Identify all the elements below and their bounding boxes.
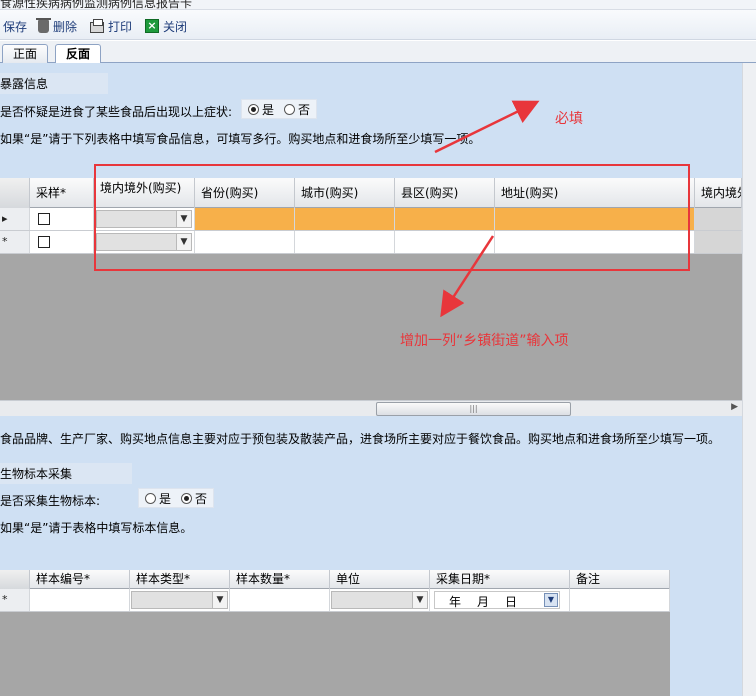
print-button[interactable]: 打印 (90, 18, 132, 34)
printer-icon (90, 18, 104, 33)
sample-qty-cell[interactable] (230, 589, 330, 611)
sample-id-cell[interactable] (30, 589, 130, 611)
domestic2-cell[interactable] (695, 208, 742, 230)
annotation-add-column: 增加一列“乡镇街道”输入项 (400, 333, 569, 349)
print-label: 打印 (108, 19, 133, 34)
table-row[interactable]: * ▼ ▼ 年 月 日 ▼ (0, 589, 670, 612)
radio-checked-icon (181, 492, 193, 504)
specimen-no-label: 否 (195, 491, 208, 506)
col-collect-date[interactable]: 采集日期* (430, 570, 570, 589)
save-label: 保存 (3, 19, 28, 34)
collect-date-picker[interactable]: 年 月 日 ▼ (434, 591, 560, 609)
sampling-checkbox[interactable] (38, 236, 50, 248)
specimen-grid: 样本编号* 样本类型* 样本数量* 单位 采集日期* 备注 * ▼ ▼ 年 月 (0, 570, 670, 696)
food-grid-hscrollbar[interactable]: ||| ▶ (0, 400, 742, 416)
chevron-down-icon: ▼ (412, 592, 427, 608)
exposure-yes-label: 是 (262, 102, 275, 117)
sampling-cell (30, 231, 94, 253)
save-button[interactable]: 保存 (3, 18, 27, 34)
col-sample-type[interactable]: 样本类型* (130, 570, 230, 589)
calendar-dropdown-icon[interactable]: ▼ (544, 593, 558, 607)
chevron-right-icon[interactable]: ▶ (731, 402, 738, 412)
annotation-highlight-box (94, 164, 690, 271)
radio-checked-icon (248, 103, 259, 115)
date-year: 年 (449, 595, 462, 609)
remarks-cell[interactable] (570, 589, 670, 611)
window-titlebar: 食源性疾病病例监测病例信息报告卡 (0, 0, 756, 10)
sample-type-cell: ▼ (130, 589, 230, 611)
exposure-radio-group: 是 否 (241, 99, 318, 119)
specimen-hint: 如果“是”请于表格中填写标本信息。 (0, 521, 193, 535)
row-header-corner (0, 570, 30, 589)
scrollbar-thumb[interactable]: ||| (376, 402, 571, 416)
tab-front[interactable]: 正面 (2, 44, 49, 63)
close-label: 关闭 (163, 19, 188, 34)
col-domestic-abroad-2[interactable]: 境内境外 (695, 178, 742, 208)
row-marker-cell: * (0, 231, 30, 253)
trash-icon (36, 17, 51, 33)
col-unit[interactable]: 单位 (330, 570, 430, 589)
specimen-grid-header: 样本编号* 样本类型* 样本数量* 单位 采集日期* 备注 (0, 570, 670, 589)
form-panel: 暴露信息 是否怀疑是进食了某些食品后出现以上症状: 是 否 如果“是”请于下列表… (0, 63, 742, 696)
chevron-down-icon: ▼ (212, 592, 227, 608)
exposure-no-label: 否 (298, 102, 311, 117)
tab-strip: 正面 反面 (0, 41, 756, 64)
specimen-no-radio[interactable]: 否 (181, 490, 207, 507)
date-month: 月 (477, 595, 490, 609)
delete-button[interactable]: 删除 (36, 17, 78, 34)
close-button[interactable]: × 关闭 (145, 18, 187, 34)
annotation-required: 必填 (555, 111, 583, 127)
unit-cell: ▼ (330, 589, 430, 611)
current-row-icon: ▸ (2, 212, 8, 225)
page-vscrollbar[interactable] (742, 63, 756, 696)
date-day: 日 (505, 595, 518, 609)
sampling-checkbox[interactable] (38, 213, 50, 225)
exposure-question: 是否怀疑是进食了某些食品后出现以上症状: (0, 105, 233, 119)
row-header-corner (0, 178, 30, 208)
col-sample-qty[interactable]: 样本数量* (230, 570, 330, 589)
radio-unchecked-icon (145, 492, 156, 504)
sample-type-select[interactable]: ▼ (131, 591, 228, 609)
delete-label: 删除 (53, 19, 78, 34)
specimen-section-title: 生物标本采集 (0, 463, 133, 484)
col-sample-id[interactable]: 样本编号* (30, 570, 130, 589)
new-row-icon: * (2, 593, 8, 606)
collect-date-cell: 年 月 日 ▼ (430, 589, 570, 611)
exposure-section-title: 暴露信息 (0, 73, 109, 94)
col-remarks[interactable]: 备注 (570, 570, 670, 589)
window-title: 食源性疾病病例监测病例信息报告卡 (0, 0, 193, 10)
tab-back[interactable]: 反面 (55, 44, 102, 64)
specimen-yes-label: 是 (159, 491, 172, 506)
specimen-yes-radio[interactable]: 是 (145, 490, 171, 507)
specimen-radio-group: 是 否 (138, 488, 215, 508)
domestic2-cell[interactable] (695, 231, 742, 253)
row-marker-cell: * (0, 589, 30, 611)
new-row-icon: * (2, 235, 8, 248)
exposure-yes-radio[interactable]: 是 (248, 101, 274, 118)
sampling-cell (30, 208, 94, 230)
unit-select[interactable]: ▼ (331, 591, 428, 609)
col-sampling[interactable]: 采样* (30, 178, 94, 208)
close-icon: × (145, 19, 159, 33)
toolbar: 保存 删除 打印 × 关闭 (0, 10, 756, 40)
specimen-question: 是否采集生物标本: (0, 494, 101, 508)
exposure-no-radio[interactable]: 否 (284, 101, 310, 118)
radio-unchecked-icon (284, 103, 296, 115)
row-marker-cell: ▸ (0, 208, 30, 230)
exposure-footnote: 食品品牌、生产厂家、购买地点信息主要对应于预包装及散装产品，进食场所主要对应于餐… (0, 432, 721, 446)
exposure-hint: 如果“是”请于下列表格中填写食品信息，可填写多行。购买地点和进食场所至少填写一项… (0, 132, 481, 146)
